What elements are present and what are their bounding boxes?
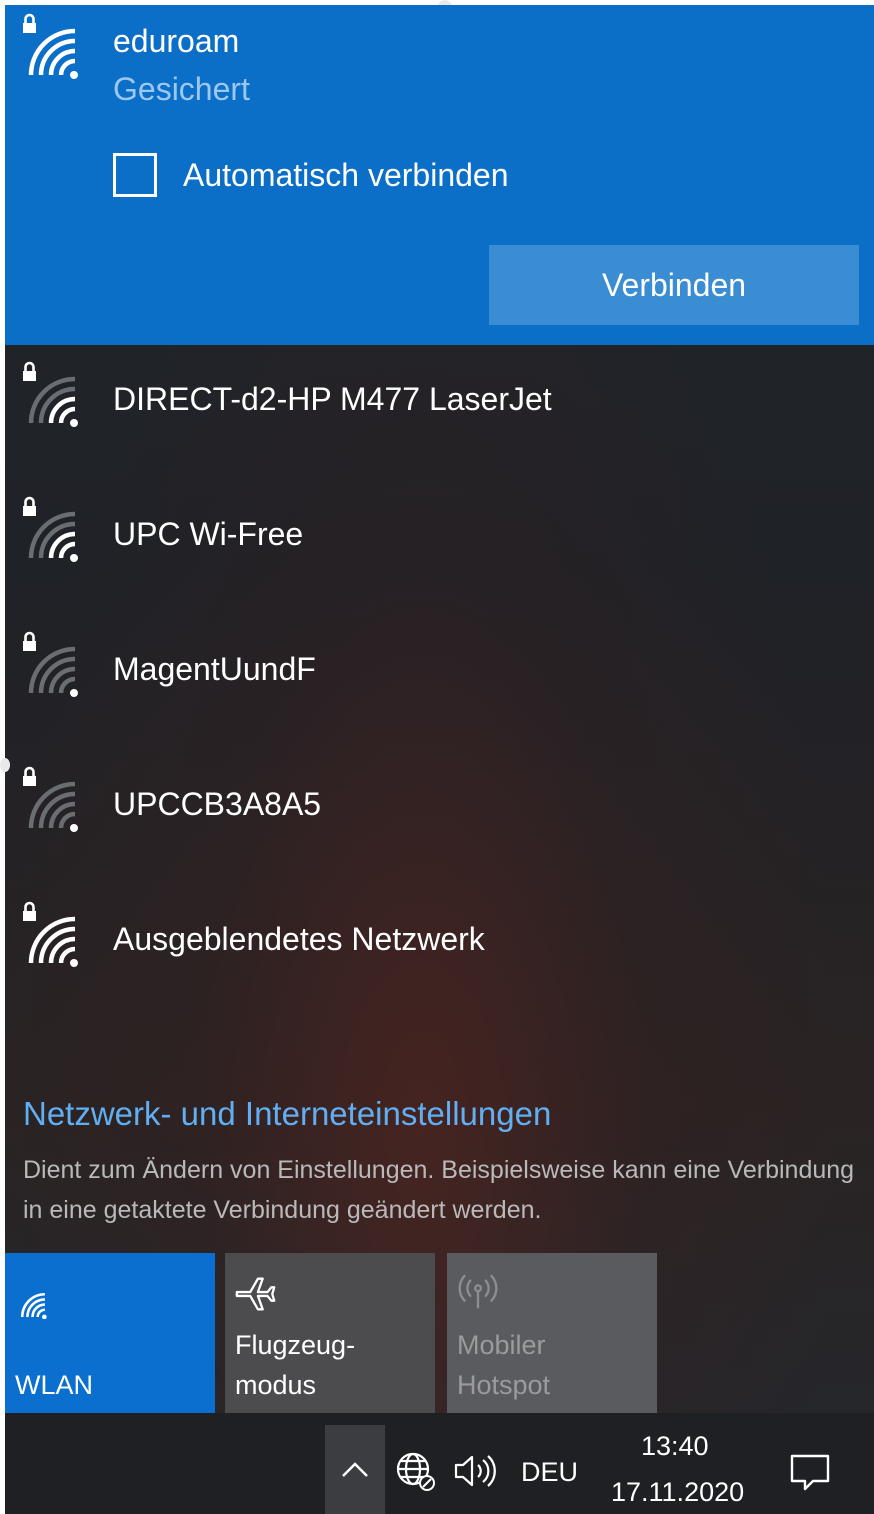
clock-date[interactable]: 17.11.2020 <box>611 1477 744 1508</box>
wifi-secured-icon <box>23 901 78 967</box>
network-name: MagentUundF <box>113 651 316 687</box>
wifi-secured-icon <box>23 13 78 79</box>
wifi-secured-icon <box>23 361 78 427</box>
action-center-icon[interactable] <box>789 1453 831 1493</box>
clock-time[interactable]: 13:40 <box>641 1431 709 1462</box>
hotspot-tile-label: Mobiler Hotspot <box>457 1330 551 1400</box>
network-item[interactable]: UPC Wi-Free <box>5 480 874 614</box>
wifi-secured-icon <box>23 631 78 697</box>
volume-icon[interactable] <box>453 1453 499 1489</box>
wifi-icon <box>20 1292 47 1319</box>
network-name: DIRECT-d2-HP M477 LaserJet <box>113 381 552 417</box>
wlan-toggle-tile[interactable]: WLAN <box>5 1253 215 1413</box>
airplane-icon <box>235 1277 276 1311</box>
wifi-secured-icon <box>23 496 78 562</box>
show-hidden-icons-button[interactable] <box>325 1425 385 1514</box>
input-language-indicator[interactable]: DEU <box>521 1457 578 1488</box>
network-flyout: eduroam Gesichert Automatisch verbinden … <box>5 5 874 1413</box>
network-name: UPCCB3A8A5 <box>113 786 322 822</box>
selected-network-name: eduroam <box>113 23 240 59</box>
chevron-up-icon <box>342 1461 368 1477</box>
network-settings-description: Dient zum Ändern von Einstellungen. Beis… <box>23 1156 855 1224</box>
network-globe-icon[interactable] <box>395 1451 437 1493</box>
auto-connect-label[interactable]: Automatisch verbinden <box>183 157 509 194</box>
network-item[interactable]: Ausgeblendetes Netzwerk <box>5 885 874 1019</box>
auto-connect-checkbox[interactable] <box>113 153 157 197</box>
wlan-tile-label: WLAN <box>15 1370 94 1400</box>
airplane-mode-tile[interactable]: Flugzeug- modus <box>225 1253 435 1413</box>
wifi-secured-icon <box>23 766 78 832</box>
network-item[interactable]: DIRECT-d2-HP M477 LaserJet <box>5 345 874 479</box>
network-item[interactable]: UPCCB3A8A5 <box>5 750 874 884</box>
network-settings-link[interactable]: Netzwerk- und Interneteinstellungen <box>23 1095 551 1133</box>
selected-network-status: Gesichert <box>113 71 250 107</box>
airplane-tile-label: Flugzeug- modus <box>235 1330 356 1400</box>
taskbar: DEU 13:40 17.11.2020 <box>5 1413 874 1514</box>
selected-network-panel[interactable]: eduroam Gesichert Automatisch verbinden … <box>5 5 874 345</box>
hotspot-icon <box>458 1274 498 1309</box>
network-name: UPC Wi-Free <box>113 516 304 552</box>
connect-button[interactable]: Verbinden <box>489 245 859 325</box>
network-name: Ausgeblendetes Netzwerk <box>113 921 485 957</box>
mobile-hotspot-tile[interactable]: Mobiler Hotspot <box>447 1253 657 1413</box>
window-resize-handle <box>0 758 10 772</box>
network-item[interactable]: MagentUundF <box>5 615 874 749</box>
